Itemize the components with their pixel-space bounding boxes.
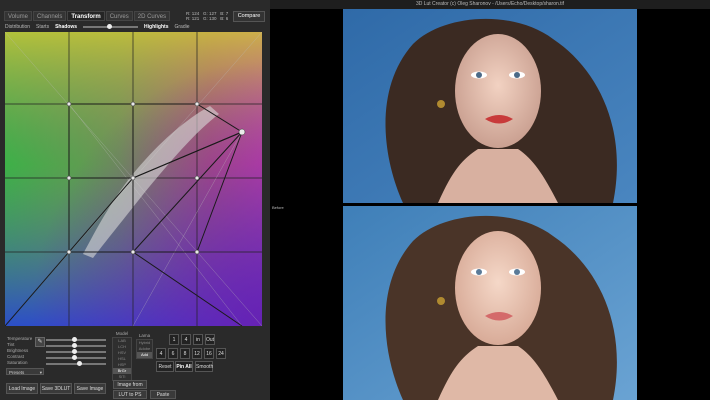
tint-knob[interactable] (72, 343, 77, 348)
after-earring (437, 100, 445, 108)
grid-button-in[interactable]: in (193, 334, 203, 345)
grid-button-1[interactable]: 1 (169, 334, 179, 345)
lama-item-add[interactable]: Add (137, 352, 152, 358)
sub-tabs: Distribution Starts Shadows Highlights G… (5, 23, 265, 31)
tab-curves[interactable]: Curves (105, 11, 133, 21)
after-iris-right (514, 72, 520, 78)
model-list: LAB LCH HSV HSL HSP BrGr SiTi (112, 337, 132, 381)
before-label: Before (272, 205, 284, 210)
after-iris-left (476, 72, 482, 78)
tab-volume[interactable]: Volume (4, 11, 33, 21)
model-selector: Model LAB LCH HSV HSL HSP BrGr SiTi (112, 331, 132, 381)
after-image[interactable] (343, 9, 637, 203)
pin-all-button[interactable]: Pin All (175, 361, 193, 372)
lama-selector: Lama Hybrid Adobe Add (136, 333, 153, 359)
load-image-button[interactable]: Load Image (6, 383, 38, 394)
presets-value: Presets (9, 370, 25, 375)
grid-button-out[interactable]: Out (205, 334, 215, 345)
saturation-knob[interactable] (77, 361, 82, 366)
shadow-highlight-slider[interactable] (83, 23, 139, 31)
before-face (455, 231, 541, 345)
tint-slider[interactable] (46, 343, 106, 348)
lama-list: Hybrid Adobe Add (136, 339, 153, 359)
main-tabs: Volume Channels Transform Curves 2D Curv… (4, 11, 171, 21)
before-portrait (343, 206, 637, 400)
presets-dropdown[interactable]: Presets ▾ (6, 368, 44, 375)
subtab-highlights[interactable]: Highlights (144, 23, 168, 31)
temperature-knob[interactable] (72, 337, 77, 342)
after-face (455, 34, 541, 148)
grid-size-24[interactable]: 24 (216, 348, 226, 359)
brightness-knob[interactable] (72, 349, 77, 354)
tab-transform[interactable]: Transform (67, 11, 105, 21)
save-3dlut-button[interactable]: Save 3DLUT (40, 383, 72, 394)
grid-size-6[interactable]: 6 (168, 348, 178, 359)
color-readout: R: 124 G: 127 B: 7 R: 121 G: 130 B: 6 (186, 11, 228, 21)
grid-button-4[interactable]: 4 (181, 334, 191, 345)
before-image[interactable] (343, 206, 637, 400)
before-iris-right (514, 269, 520, 275)
grid-size-16[interactable]: 16 (204, 348, 214, 359)
before-earring (437, 297, 445, 305)
window-title: 3D Lut Creator (c) Oleg Sharonov - /User… (270, 0, 710, 9)
color-grid-plot[interactable] (5, 32, 262, 326)
lut-to-ps-button[interactable]: LUT to PS (113, 390, 147, 399)
label-saturation: Saturation (7, 360, 28, 365)
subtab-starts[interactable]: Starts (36, 23, 49, 31)
subtab-shadows[interactable]: Shadows (55, 23, 77, 31)
contrast-knob[interactable] (72, 355, 77, 360)
brightness-slider[interactable] (46, 349, 106, 354)
compare-button[interactable]: Compare (233, 11, 265, 22)
eyedropper-icon[interactable]: ✎ (35, 337, 45, 347)
image-from-ps-button[interactable]: Image from PS (113, 380, 147, 397)
grid-size-12[interactable]: 12 (192, 348, 202, 359)
contrast-slider[interactable] (46, 355, 106, 360)
tab-channels[interactable]: Channels (33, 11, 67, 21)
before-iris-left (476, 269, 482, 275)
reset-button[interactable]: Reset (156, 361, 174, 372)
subtab-gradie[interactable]: Gradie (174, 23, 189, 31)
chevron-down-icon: ▾ (39, 370, 42, 375)
preview-pane: 3D Lut Creator (c) Oleg Sharonov - /User… (270, 0, 710, 400)
grid-size-4[interactable]: 4 (156, 348, 166, 359)
slider-knob[interactable] (107, 24, 113, 29)
save-image-button[interactable]: Save Image (74, 383, 106, 394)
smooth-button[interactable]: Smooth (195, 361, 213, 372)
after-portrait (343, 9, 637, 203)
paste-button[interactable]: Paste (150, 390, 176, 399)
left-panel: Volume Channels Transform Curves 2D Curv… (0, 0, 270, 400)
tab-2d-curves[interactable]: 2D Curves (133, 11, 171, 21)
readout-line-2: R: 121 G: 130 B: 6 (186, 16, 229, 21)
subtab-distribution[interactable]: Distribution (5, 23, 30, 31)
temperature-slider[interactable] (46, 337, 106, 342)
saturation-slider[interactable] (46, 361, 106, 366)
grid-size-8[interactable]: 8 (180, 348, 190, 359)
